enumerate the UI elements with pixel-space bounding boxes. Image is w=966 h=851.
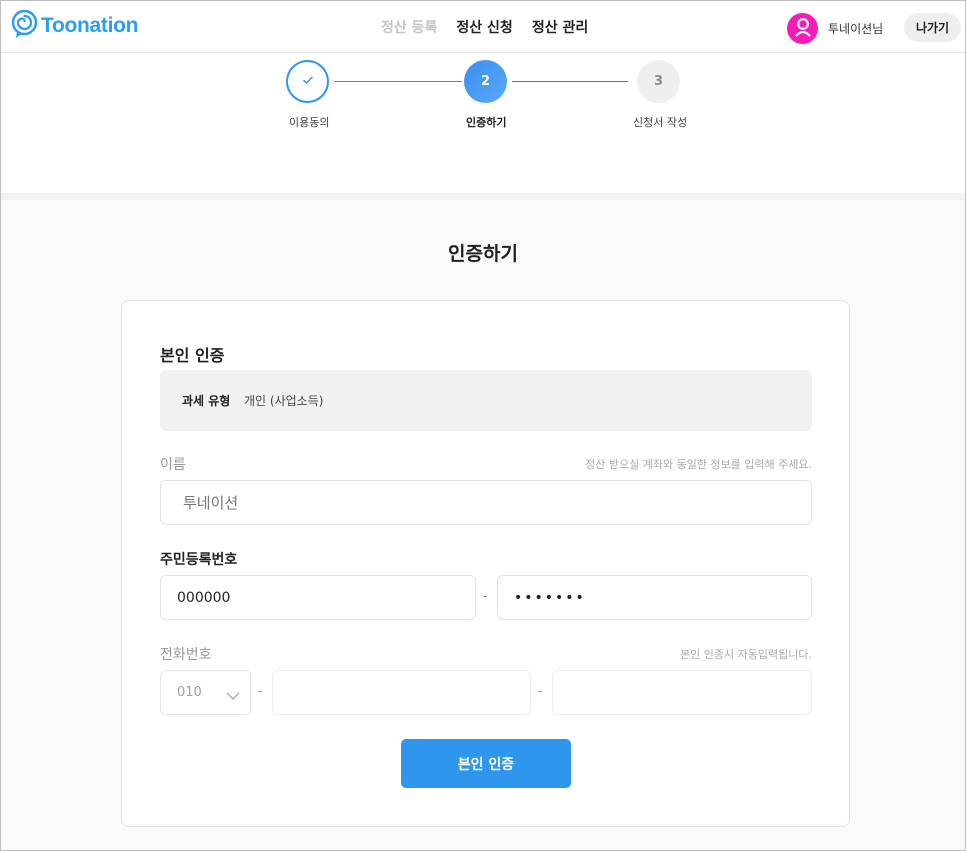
nav-item-settlement-register[interactable]: 정산 등록	[381, 17, 437, 37]
rrn-front-field[interactable]	[160, 575, 476, 620]
page-title: 인증하기	[448, 243, 518, 265]
verification-card: 본인 인증 과세 유형 개인 (사업소득) 이름 정산 받으실 계좌와 동일한 …	[121, 300, 850, 827]
phone-last-field[interactable]	[552, 670, 812, 715]
step-2-label: 인증하기	[466, 116, 507, 129]
rrn-label: 주민등록번호	[160, 552, 238, 568]
nav-item-settlement-request[interactable]: 정산 신청	[456, 17, 512, 37]
top-header: Toonation 정산 등록 정산 신청 정산 관리 투네이션님 나가기	[1, 1, 965, 53]
step-connector-2	[512, 81, 628, 82]
phone-prefix-select[interactable]: 010	[160, 670, 251, 715]
phone-dash-1: -	[258, 684, 263, 699]
tax-type-box: 과세 유형 개인 (사업소득)	[160, 370, 812, 431]
step-3-circle: 3	[637, 60, 680, 103]
name-hint: 정산 받으실 계좌와 동일한 정보를 입력해 주세요.	[585, 458, 812, 471]
chevron-down-icon	[226, 686, 240, 705]
username: 투네이션님	[828, 22, 884, 36]
phone-middle-field[interactable]	[272, 670, 531, 715]
step-3-label: 신청서 작성	[633, 116, 688, 129]
rrn-dash: -	[483, 589, 488, 604]
avatar[interactable]	[787, 13, 818, 44]
phone-label: 전화번호	[160, 647, 212, 663]
name-field[interactable]	[160, 480, 812, 525]
section-divider	[1, 193, 965, 200]
progress-stepper: 2 3 이용동의 인증하기 신청서 작성	[1, 53, 965, 193]
phone-dash-2: -	[538, 684, 543, 699]
rrn-back-field[interactable]	[497, 575, 812, 620]
toonation-logo-icon	[11, 9, 38, 43]
verify-button[interactable]: 본인 인증	[401, 739, 571, 788]
step-connector-1	[334, 81, 462, 82]
logo[interactable]: Toonation	[11, 9, 139, 43]
user-icon	[794, 17, 812, 41]
step-2-circle: 2	[464, 60, 507, 103]
main-nav: 정산 등록 정산 신청 정산 관리	[381, 17, 588, 37]
phone-hint: 본인 인증시 자동입력됩니다.	[680, 648, 812, 661]
main-content: 인증하기 본인 인증 과세 유형 개인 (사업소득) 이름 정산 받으실 계좌와…	[1, 200, 965, 850]
step-1-circle	[286, 60, 329, 103]
section-title: 본인 인증	[160, 346, 225, 365]
check-icon	[302, 74, 314, 89]
name-label: 이름	[160, 457, 186, 473]
nav-item-settlement-manage[interactable]: 정산 관리	[532, 17, 588, 37]
exit-button[interactable]: 나가기	[904, 13, 961, 42]
tax-type-value: 개인 (사업소득)	[244, 394, 324, 408]
step-1-label: 이용동의	[289, 116, 330, 129]
logo-text: Toonation	[41, 14, 139, 37]
tax-type-label: 과세 유형	[182, 394, 231, 408]
phone-prefix-value: 010	[177, 685, 202, 700]
